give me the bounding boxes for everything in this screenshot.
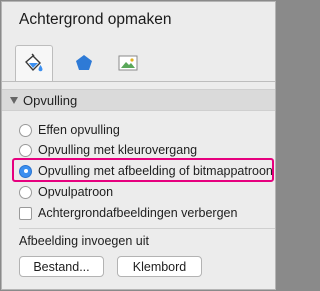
radio-pattern-fill[interactable]: Opvulpatroon: [19, 185, 113, 199]
radio-button[interactable]: [19, 143, 32, 157]
tab-bar: [2, 45, 275, 82]
radio-picture-fill[interactable]: Opvulling met afbeelding of bitmappatroo…: [19, 164, 273, 178]
radio-button[interactable]: [19, 123, 32, 137]
section-divider: [19, 228, 275, 229]
checkbox-label: Achtergrondafbeeldingen verbergen: [38, 206, 238, 220]
hide-background-graphics-checkbox[interactable]: Achtergrondafbeeldingen verbergen: [19, 206, 237, 220]
disclosure-triangle-icon[interactable]: [10, 96, 18, 104]
pentagon-icon: [76, 55, 92, 70]
option-label: Opvulling met afbeelding of bitmappatroo…: [38, 164, 273, 178]
tab-shape[interactable]: [65, 45, 103, 81]
panel-title: Achtergrond opmaken: [19, 11, 172, 28]
radio-button[interactable]: [19, 185, 32, 199]
insert-picture-label: Afbeelding invoegen uit: [19, 234, 149, 248]
radio-solid-fill[interactable]: Effen opvulling: [19, 123, 120, 137]
radio-button-selected[interactable]: [19, 164, 32, 178]
option-label: Effen opvulling: [38, 123, 120, 137]
clipboard-button[interactable]: Klembord: [117, 256, 202, 277]
checkbox[interactable]: [19, 206, 32, 220]
option-label: Opvulpatroon: [38, 185, 114, 199]
tab-picture[interactable]: [109, 45, 147, 81]
fill-section-header[interactable]: Opvulling: [2, 89, 275, 111]
section-label: Opvulling: [23, 92, 78, 108]
option-label: Opvulling met kleurovergang: [38, 143, 198, 157]
radio-gradient-fill[interactable]: Opvulling met kleurovergang: [19, 143, 197, 157]
tab-fill[interactable]: [15, 45, 53, 82]
format-background-panel: Achtergrond opmaken Opvulling Effen opvu…: [1, 1, 276, 290]
file-button[interactable]: Bestand...: [19, 256, 104, 277]
picture-icon: [118, 55, 138, 71]
paint-bucket-icon: [25, 53, 43, 72]
